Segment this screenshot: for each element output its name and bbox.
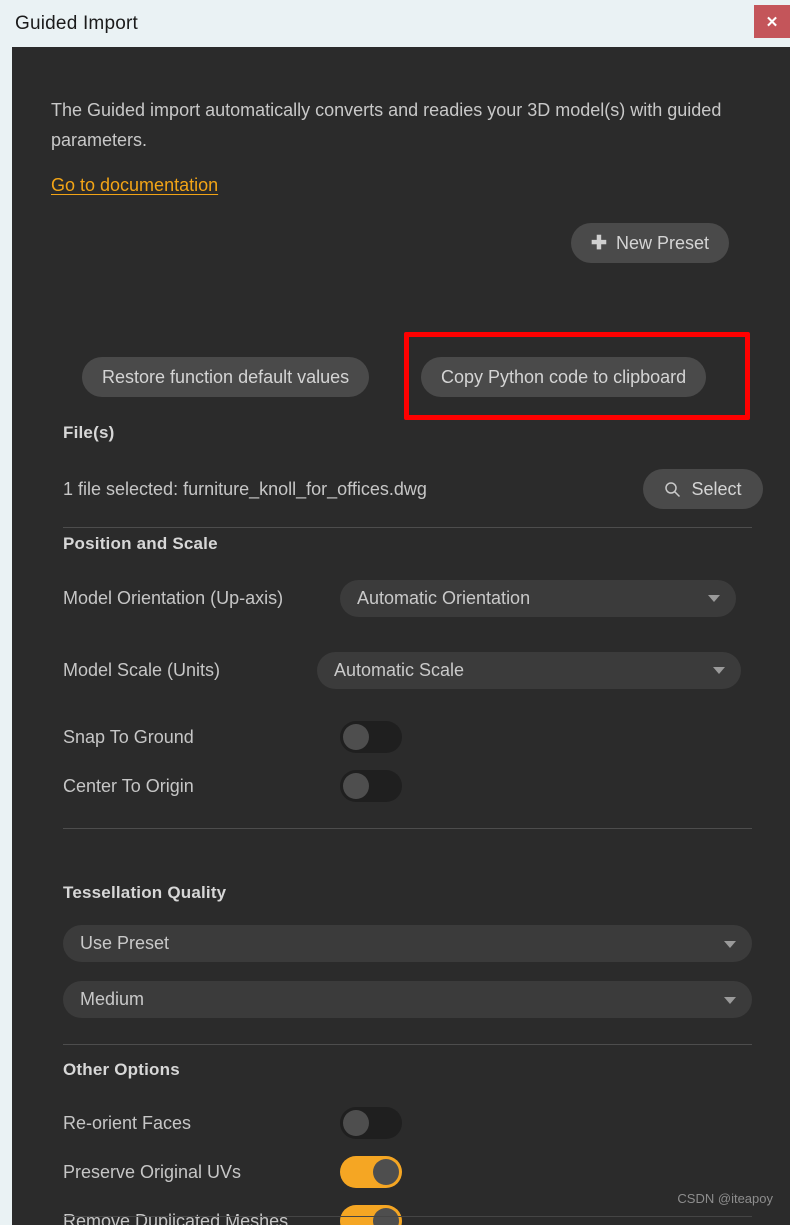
file-selection-text: 1 file selected: furniture_knoll_for_off… xyxy=(63,478,427,499)
model-scale-row: Model Scale (Units) Automatic Scale xyxy=(63,650,763,690)
model-orientation-dropdown[interactable]: Automatic Orientation xyxy=(340,579,736,617)
other-options-section: Other Options Re-orient Faces Preserve O… xyxy=(63,1060,763,1225)
files-section: File(s) 1 file selected: furniture_knoll… xyxy=(63,423,763,528)
snap-to-ground-row: Snap To Ground xyxy=(63,721,763,753)
model-scale-value: Automatic Scale xyxy=(334,659,465,680)
model-scale-label: Model Scale (Units) xyxy=(63,659,221,680)
files-separator xyxy=(63,527,752,528)
bottom-separator xyxy=(63,1216,752,1217)
files-heading: File(s) xyxy=(63,423,115,442)
remove-duplicates-toggle[interactable] xyxy=(340,1205,402,1225)
toggle-knob xyxy=(343,773,369,799)
restore-defaults-button[interactable]: Restore function default values xyxy=(82,357,370,397)
preserve-uvs-row: Preserve Original UVs xyxy=(63,1156,763,1188)
select-file-label: Select xyxy=(691,478,742,499)
tessellation-preset-dropdown[interactable]: Use Preset xyxy=(63,925,752,962)
copy-python-button[interactable]: Copy Python code to clipboard xyxy=(421,357,707,397)
dialog-content: The Guided import automatically converts… xyxy=(51,47,763,1225)
plus-icon: ✚ xyxy=(591,232,607,254)
tessellation-section: Tessellation Quality Use Preset Medium xyxy=(63,883,763,1045)
restore-defaults-label: Restore function default values xyxy=(102,366,350,387)
model-orientation-row: Model Orientation (Up-axis) Automatic Or… xyxy=(63,578,763,618)
other-options-heading: Other Options xyxy=(63,1060,180,1079)
chevron-down-icon xyxy=(708,595,720,602)
center-to-origin-row: Center To Origin xyxy=(63,770,763,802)
tessellation-quality-dropdown[interactable]: Medium xyxy=(63,981,752,1018)
go-to-documentation-link[interactable]: Go to documentation xyxy=(51,175,218,196)
tessellation-preset-value: Use Preset xyxy=(80,933,170,953)
toggle-knob xyxy=(343,724,369,750)
position-and-scale-separator xyxy=(63,828,752,829)
snap-to-ground-toggle[interactable] xyxy=(340,721,402,753)
new-preset-label: New Preset xyxy=(615,232,709,253)
chevron-down-icon xyxy=(713,667,725,674)
copy-python-label: Copy Python code to clipboard xyxy=(441,366,687,387)
center-to-origin-label: Center To Origin xyxy=(63,775,194,796)
remove-duplicates-row: Remove Duplicated Meshes xyxy=(63,1205,763,1225)
watermark: CSDN @iteapoy xyxy=(677,1191,773,1206)
guided-import-window: Guided Import ✕ The Guided import automa… xyxy=(0,0,790,1225)
tessellation-separator xyxy=(63,1044,752,1045)
preserve-uvs-label: Preserve Original UVs xyxy=(63,1161,242,1182)
tessellation-quality-value: Medium xyxy=(80,989,145,1009)
close-icon[interactable]: ✕ xyxy=(754,5,790,38)
toggle-knob xyxy=(343,1110,369,1136)
snap-to-ground-label: Snap To Ground xyxy=(63,726,194,747)
tessellation-heading: Tessellation Quality xyxy=(63,883,227,902)
file-selection-row: 1 file selected: furniture_knoll_for_off… xyxy=(63,469,763,509)
model-orientation-label: Model Orientation (Up-axis) xyxy=(63,587,284,608)
position-and-scale-section: Position and Scale Model Orientation (Up… xyxy=(63,534,763,829)
intro-description: The Guided import automatically converts… xyxy=(51,100,722,150)
reorient-faces-label: Re-orient Faces xyxy=(63,1112,192,1133)
model-scale-dropdown[interactable]: Automatic Scale xyxy=(317,651,741,689)
chevron-down-icon xyxy=(724,940,736,948)
toggle-knob xyxy=(373,1159,399,1185)
new-preset-row: ✚ New Preset xyxy=(51,223,751,263)
select-file-button[interactable]: Select xyxy=(643,469,763,509)
window-title: Guided Import xyxy=(15,12,138,34)
chevron-down-icon xyxy=(724,996,736,1004)
preserve-uvs-toggle[interactable] xyxy=(340,1156,402,1188)
dialog-panel: The Guided import automatically converts… xyxy=(12,47,790,1225)
reorient-faces-row: Re-orient Faces xyxy=(63,1107,763,1139)
title-bar: Guided Import ✕ xyxy=(0,0,790,47)
remove-duplicates-label: Remove Duplicated Meshes xyxy=(63,1210,289,1225)
new-preset-button[interactable]: ✚ New Preset xyxy=(571,223,729,263)
center-to-origin-toggle[interactable] xyxy=(340,770,402,802)
model-orientation-value: Automatic Orientation xyxy=(357,587,531,608)
position-and-scale-heading: Position and Scale xyxy=(63,534,218,553)
reorient-faces-toggle[interactable] xyxy=(340,1107,402,1139)
search-icon xyxy=(664,481,681,498)
